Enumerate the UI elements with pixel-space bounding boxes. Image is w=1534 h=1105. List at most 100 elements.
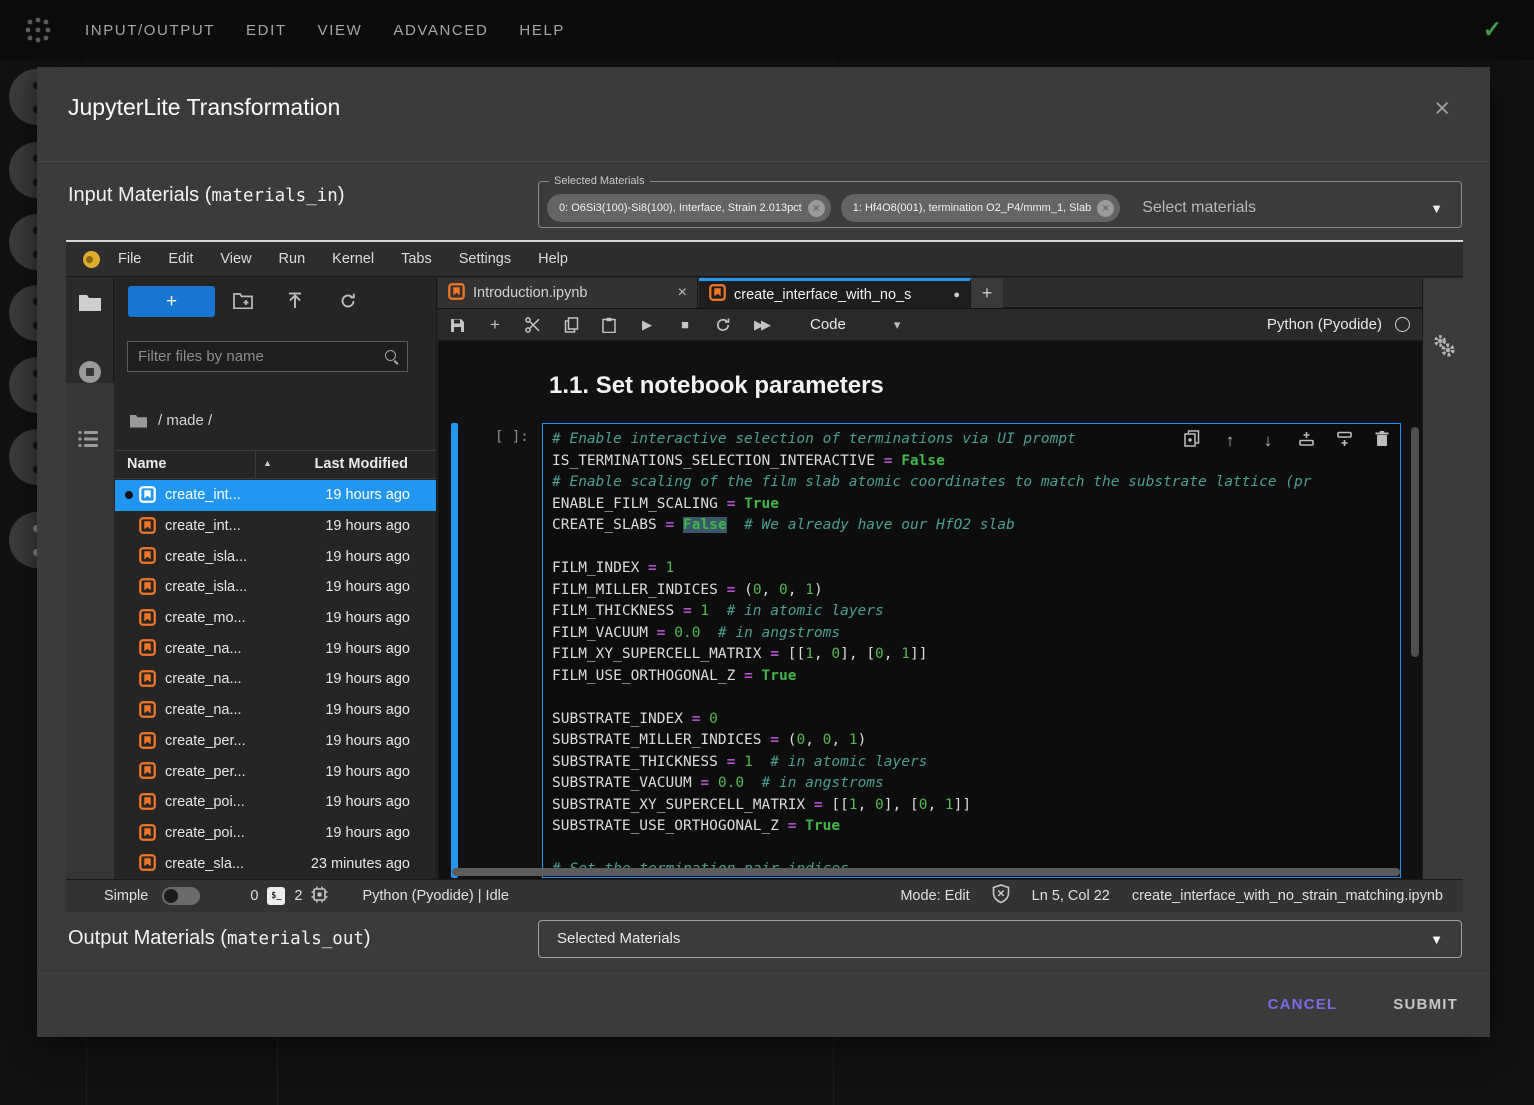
app-menu-view[interactable]: VIEW [318,22,363,39]
dialog-footer: CANCEL SUBMIT [37,970,1490,1037]
duplicate-cell-icon[interactable] [1181,430,1203,452]
cancel-button[interactable]: CANCEL [1268,996,1338,1013]
app-logo-icon[interactable] [24,17,52,43]
jupyter-right-sidebar [1422,278,1463,879]
simple-mode-toggle[interactable] [162,887,200,905]
cell-collapser[interactable] [451,423,458,878]
chip-remove-icon[interactable]: × [808,200,825,217]
file-row[interactable]: create_int...19 hours ago [115,511,436,542]
upload-icon[interactable] [287,292,303,315]
kernel-name[interactable]: Python (Pyodide) [1267,316,1382,333]
jupyter-menu-file[interactable]: File [118,251,141,267]
insert-cell-above-icon[interactable] [1295,431,1317,452]
submit-button[interactable]: SUBMIT [1393,996,1458,1013]
output-dropdown-arrow-icon[interactable]: ▼ [1430,932,1443,947]
file-row[interactable]: create_poi...19 hours ago [115,787,436,818]
copy-icon[interactable] [552,316,590,333]
mode-indicator[interactable]: Mode: Edit [900,888,969,904]
notebook-file-icon [139,824,156,845]
terminal-icon[interactable]: $_ [267,887,285,905]
table-of-contents-tab-icon[interactable] [78,430,100,453]
delete-cell-icon[interactable] [1371,431,1393,452]
kernel-status-text[interactable]: Python (Pyodide) | Idle [362,888,508,904]
app-menu-help[interactable]: HELP [519,22,565,39]
run-icon[interactable]: ▶ [628,317,666,333]
file-row[interactable]: create_isla...19 hours ago [115,541,436,572]
file-row[interactable]: create_int...19 hours ago [115,480,436,511]
jupyter-menu-help[interactable]: Help [538,251,568,267]
jupyter-menu-run[interactable]: Run [279,251,306,267]
column-name[interactable]: Name [127,456,167,472]
jupyter-menu-view[interactable]: View [220,251,251,267]
notebook-file-icon [139,578,156,599]
refresh-icon[interactable] [339,292,357,315]
cursor-position[interactable]: Ln 5, Col 22 [1032,888,1110,904]
material-chip[interactable]: 0: O6Si3(100)-Si8(100), Interface, Strai… [547,194,831,222]
trust-shield-icon[interactable] [992,884,1010,908]
app-menu-edit[interactable]: EDIT [246,22,287,39]
file-modified-time: 19 hours ago [325,487,410,503]
cell-toolbar: ↑ ↓ [1181,430,1393,452]
close-icon[interactable]: × [1434,95,1450,122]
file-row[interactable]: create_poi...19 hours ago [115,818,436,849]
materials-select-placeholder[interactable]: Select materials [1142,199,1256,217]
tab-create-interface[interactable]: create_interface_with_no_s ● [699,278,971,308]
kernel-chip-icon[interactable] [311,886,328,907]
new-launcher-button[interactable]: + [128,286,215,317]
new-tab-button[interactable]: + [971,278,1003,308]
file-list-header[interactable]: Name ▲ Last Modified [115,450,436,479]
file-row[interactable]: create_per...19 hours ago [115,756,436,787]
active-filename[interactable]: create_interface_with_no_strain_matching… [1132,888,1443,904]
unsaved-dot-icon[interactable]: ● [953,289,960,301]
tab-introduction[interactable]: Introduction.ipynb × [438,278,698,308]
breadcrumb[interactable]: / made / [129,412,212,429]
code-cell[interactable]: # Enable interactive selection of termin… [542,423,1401,878]
chip-remove-icon[interactable]: × [1097,200,1114,217]
jupyter-menu-settings[interactable]: Settings [459,251,511,267]
column-last-modified[interactable]: Last Modified [315,456,408,472]
filter-files-input[interactable]: Filter files by name [127,341,408,372]
output-materials-dropdown[interactable]: Selected Materials ▼ [538,920,1462,958]
kernel-count[interactable]: 2 [294,888,302,904]
restart-kernel-icon[interactable] [704,316,742,333]
check-icon[interactable]: ✓ [1483,16,1502,43]
jupyter-menu-kernel[interactable]: Kernel [332,251,374,267]
sort-ascending-icon[interactable]: ▲ [263,458,272,468]
notebook-area[interactable]: 1.1. Set notebook parameters [ ]: # Enab… [438,342,1422,879]
restart-run-all-icon[interactable]: ▶▶ [742,317,780,333]
materials-dropdown-arrow-icon[interactable]: ▼ [1430,201,1443,216]
save-icon[interactable] [438,316,476,332]
cell-type-select[interactable]: Code [810,316,846,333]
running-kernels-tab-icon[interactable] [78,360,102,389]
file-row[interactable]: create_na...19 hours ago [115,633,436,664]
file-row[interactable]: create_isla...19 hours ago [115,572,436,603]
insert-cell-icon[interactable]: + [476,315,514,335]
kernel-status-icon[interactable] [1395,317,1410,332]
dialog-title: JupyterLite Transformation [68,94,340,121]
app-menu-advanced[interactable]: ADVANCED [393,22,488,39]
move-cell-up-icon[interactable]: ↑ [1219,431,1241,451]
file-browser-tab-icon[interactable] [78,292,102,317]
property-inspector-gears-icon[interactable] [1432,333,1456,364]
cut-icon[interactable] [514,316,552,333]
jupyter-menu-tabs[interactable]: Tabs [401,251,432,267]
chevron-down-icon[interactable]: ▾ [894,317,901,333]
file-row[interactable]: create_sla...23 minutes ago [115,848,436,879]
stop-icon[interactable]: ■ [666,317,704,332]
move-cell-down-icon[interactable]: ↓ [1257,431,1279,451]
insert-cell-below-icon[interactable] [1333,431,1355,452]
vertical-scrollbar[interactable] [1411,427,1419,657]
file-row[interactable]: create_per...19 hours ago [115,726,436,757]
horizontal-scrollbar[interactable] [452,868,1400,876]
paste-icon[interactable] [590,316,628,333]
selected-materials-fieldset[interactable]: Selected Materials 0: O6Si3(100)-Si8(100… [538,175,1462,228]
material-chip[interactable]: 1: Hf4O8(001), termination O2_P4/mmm_1, … [841,194,1120,222]
jupyter-menu-edit[interactable]: Edit [168,251,193,267]
tab-close-icon[interactable]: × [678,284,687,302]
new-folder-icon[interactable] [233,292,253,314]
app-menu-input-output[interactable]: INPUT/OUTPUT [85,22,215,39]
file-row[interactable]: create_mo...19 hours ago [115,603,436,634]
terminal-count[interactable]: 0 [250,888,258,904]
file-row[interactable]: create_na...19 hours ago [115,695,436,726]
file-row[interactable]: create_na...19 hours ago [115,664,436,695]
